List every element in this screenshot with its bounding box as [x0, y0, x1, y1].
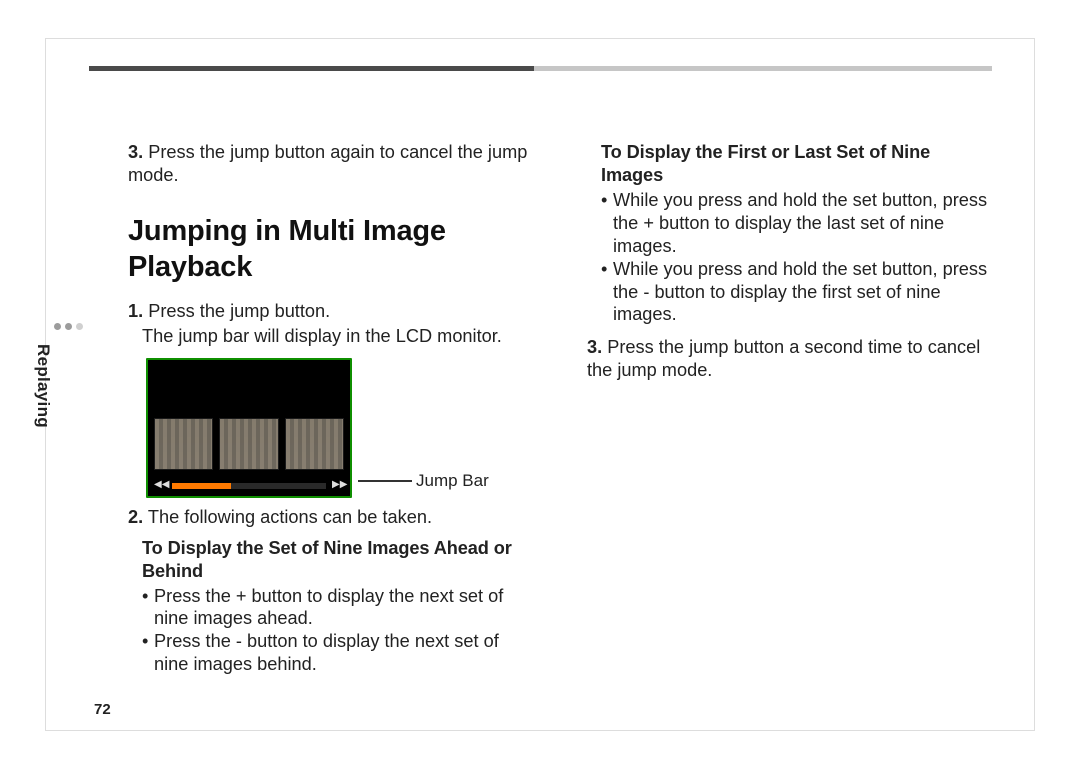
- lcd-screen: ◀◀ ▶▶: [146, 358, 352, 498]
- side-tab: Replaying: [53, 344, 137, 364]
- bullet-item: • While you press and hold the set butto…: [587, 189, 992, 258]
- jump-bar-callout: Jump Bar: [358, 470, 489, 491]
- bullet-icon: •: [601, 189, 613, 212]
- step-number: 2.: [128, 507, 143, 527]
- bullet-icon: •: [142, 585, 154, 608]
- step-1-sub: The jump bar will display in the LCD mon…: [128, 325, 533, 348]
- step-number: 1.: [128, 301, 143, 321]
- jump-bar-area: ◀◀ ▶▶: [148, 476, 350, 496]
- step-text: The following actions can be taken.: [143, 507, 432, 527]
- side-tab-dots: [54, 323, 83, 330]
- subheading-a: To Display the Set of Nine Images Ahead …: [128, 537, 533, 583]
- step-2: 2. The following actions can be taken.: [128, 506, 533, 529]
- callout-line: [358, 480, 412, 482]
- jump-bar-fill: [172, 483, 231, 489]
- section-heading: Jumping in Multi Image Playback: [128, 213, 533, 286]
- step-text: Press the jump button again to cancel th…: [128, 142, 527, 185]
- bullet-item: • Press the - button to display the next…: [128, 630, 533, 676]
- rewind-icon: ◀◀: [154, 479, 166, 492]
- content-columns: 3. Press the jump button again to cancel…: [128, 141, 992, 714]
- step-number: 3.: [587, 337, 602, 357]
- thumbnail: [285, 418, 344, 470]
- side-tab-label: Replaying: [33, 344, 53, 428]
- bullet-text: While you press and hold the set button,…: [613, 258, 992, 327]
- step-text-bold: Press the jump button.: [143, 301, 330, 321]
- jump-bar-track: [172, 483, 326, 489]
- step-3-cancel: 3. Press the jump button a second time t…: [587, 336, 992, 382]
- bullet-text: Press the + button to display the next s…: [154, 585, 533, 631]
- header-rule-light: [498, 66, 992, 71]
- bullet-icon: •: [142, 630, 154, 653]
- bullet-item: • While you press and hold the set butto…: [587, 258, 992, 327]
- page-number: 72: [94, 701, 111, 718]
- bullet-text: While you press and hold the set button,…: [613, 189, 992, 258]
- right-column: To Display the First or Last Set of Nine…: [587, 141, 992, 714]
- left-column: 3. Press the jump button again to cancel…: [128, 141, 533, 714]
- step-3-top: 3. Press the jump button again to cancel…: [128, 141, 533, 187]
- bullet-item: • Press the + button to display the next…: [128, 585, 533, 631]
- header-rule-dark: [89, 66, 534, 71]
- step-number: 3.: [128, 142, 143, 162]
- step-text: Press the jump button a second time to c…: [587, 337, 980, 380]
- callout-label: Jump Bar: [416, 470, 489, 491]
- step-1: 1. Press the jump button.: [128, 300, 533, 323]
- forward-icon: ▶▶: [332, 479, 344, 492]
- thumbnail: [219, 418, 278, 470]
- thumbnail-row: [154, 418, 344, 470]
- bullet-icon: •: [601, 258, 613, 281]
- subheading-b: To Display the First or Last Set of Nine…: [587, 141, 992, 187]
- thumbnail: [154, 418, 213, 470]
- bullet-text: Press the - button to display the next s…: [154, 630, 533, 676]
- page-outline: Replaying 3. Press the jump button again…: [45, 38, 1035, 731]
- lcd-figure: ◀◀ ▶▶ Jump Bar: [146, 358, 533, 498]
